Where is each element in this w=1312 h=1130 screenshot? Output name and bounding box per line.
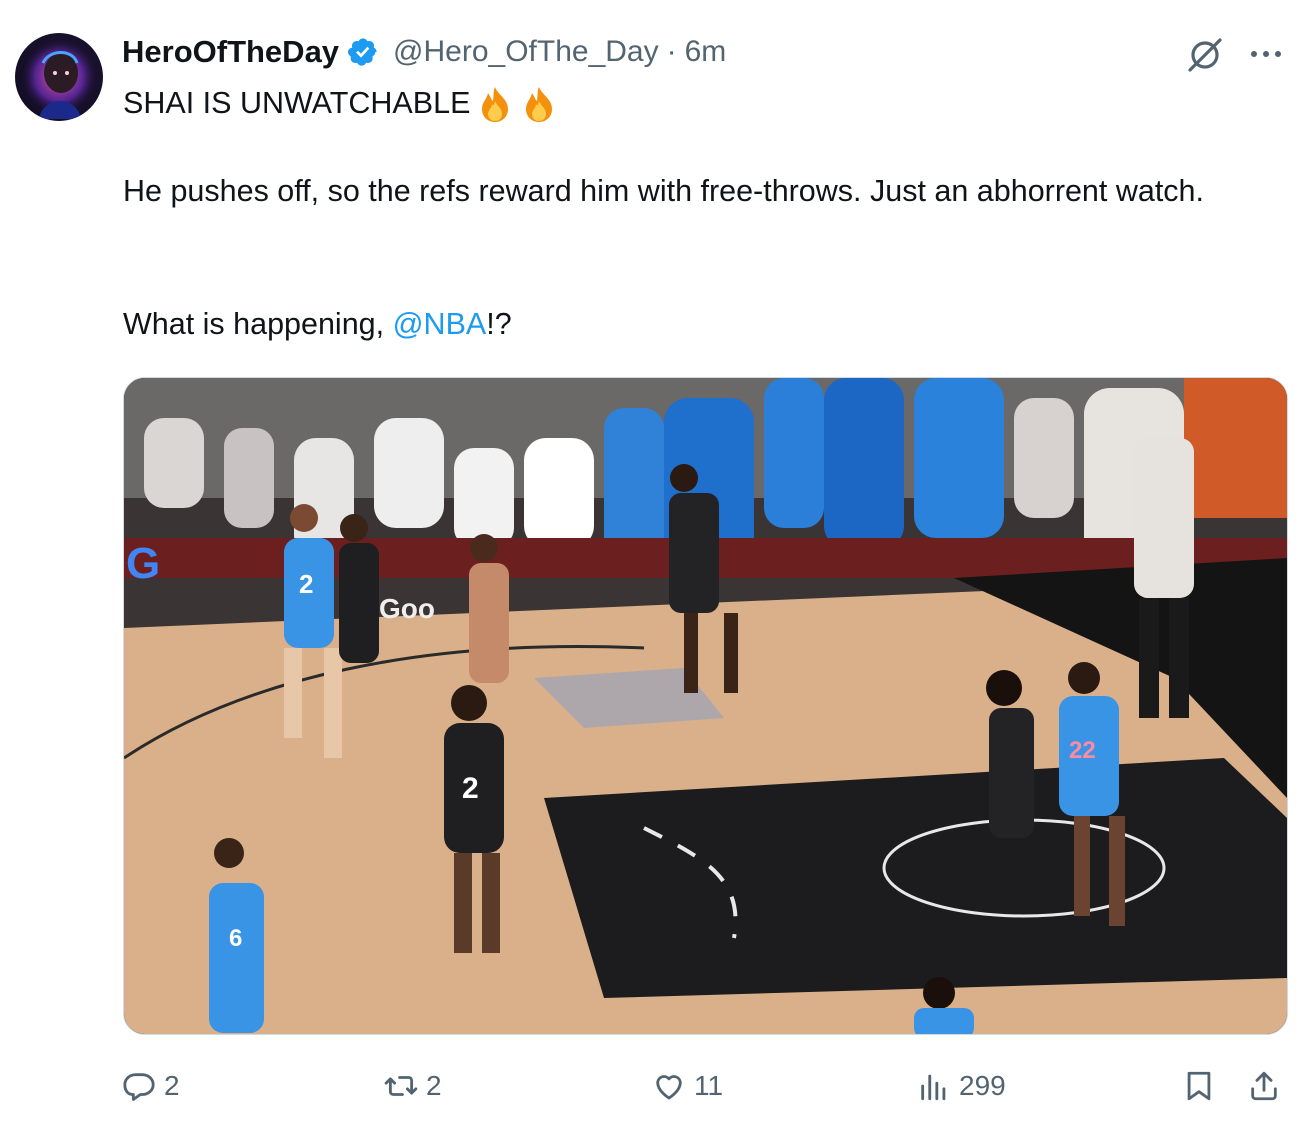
reply-button[interactable]: 2 <box>122 1062 180 1110</box>
repost-icon <box>384 1076 418 1096</box>
jersey-number: 2 <box>299 569 313 599</box>
google-logo: G <box>126 539 160 588</box>
tweet-headline: SHAI IS UNWATCHABLE <box>123 86 471 120</box>
views-count: 299 <box>959 1070 1006 1101</box>
bookmark-button[interactable] <box>1182 1062 1216 1110</box>
separator-dot: · <box>666 35 677 68</box>
bookmark-icon <box>1187 1071 1211 1101</box>
repost-button[interactable]: 2 <box>384 1062 442 1110</box>
court-ad-text: Goo <box>379 593 435 624</box>
share-button[interactable] <box>1247 1062 1281 1110</box>
more-icon[interactable] <box>1246 36 1286 72</box>
tweet-media-image[interactable]: G Goo 2 2 22 6 <box>123 377 1288 1035</box>
line3-suffix: !? <box>486 307 512 341</box>
line3-prefix: What is happening, <box>123 307 393 341</box>
tweet-header: HeroOfTheDay @Hero_OfThe_Day · 6m <box>122 30 726 74</box>
tweet-text-line-3: What is happening, @NBA!? <box>123 303 1273 346</box>
fire-icon <box>520 85 558 123</box>
views-icon <box>921 1074 946 1101</box>
author-handle[interactable]: @Hero_OfThe_Day <box>393 35 659 69</box>
tweet-text-line-1: SHAI IS UNWATCHABLE <box>123 82 1273 125</box>
reply-count: 2 <box>164 1070 180 1101</box>
tweet-text-line-2: He pushes off, so the refs reward him wi… <box>123 174 1204 208</box>
like-button[interactable]: 11 <box>652 1062 723 1110</box>
avatar[interactable] <box>15 33 103 121</box>
like-icon <box>656 1075 682 1100</box>
author-name[interactable]: HeroOfTheDay <box>122 34 339 70</box>
like-count: 11 <box>694 1070 724 1101</box>
grok-icon[interactable] <box>1186 36 1224 74</box>
jersey-number: 22 <box>1069 737 1096 764</box>
timestamp[interactable]: 6m <box>685 35 727 69</box>
share-icon <box>1251 1071 1277 1101</box>
jersey-number: 2 <box>462 772 479 805</box>
jersey-number: 6 <box>229 925 242 952</box>
views-button[interactable]: 299 <box>917 1062 1006 1110</box>
reply-icon <box>123 1073 155 1101</box>
mention-link[interactable]: @NBA <box>393 307 487 341</box>
fire-icon <box>476 85 514 123</box>
repost-count: 2 <box>426 1070 442 1101</box>
tweet-action-bar: 2 2 11 299 <box>122 1062 1292 1110</box>
verified-badge-icon <box>347 36 379 68</box>
